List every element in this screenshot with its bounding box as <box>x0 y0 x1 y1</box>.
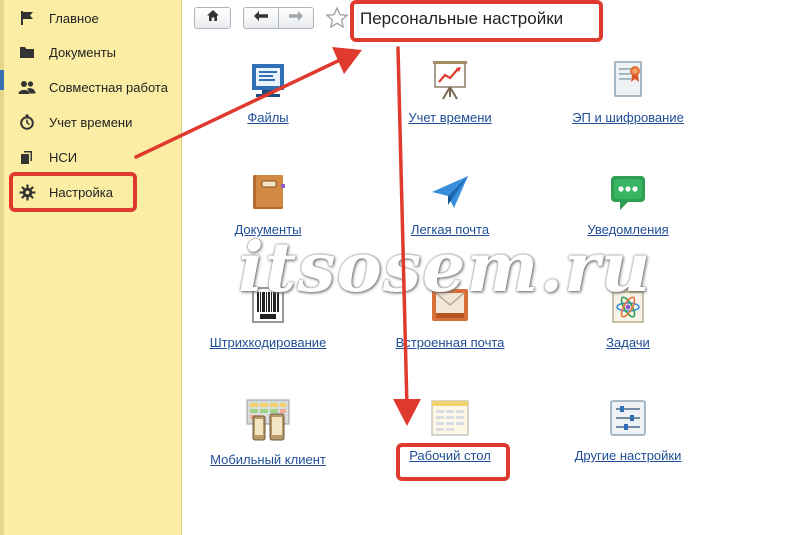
tile-label[interactable]: Другие настройки <box>575 448 682 463</box>
sliders-icon <box>608 398 648 438</box>
folder-icon <box>18 43 36 61</box>
presentation-chart-icon <box>430 60 470 100</box>
tile-tasks[interactable]: Задачи <box>538 285 718 352</box>
star-icon <box>325 6 349 34</box>
flag-icon <box>18 9 36 27</box>
home-icon <box>206 9 220 27</box>
mail-icon <box>430 285 470 325</box>
mobile-client-icon <box>246 398 290 442</box>
tile-other-settings[interactable]: Другие настройки <box>538 398 718 465</box>
forward-button[interactable] <box>278 7 314 29</box>
sidebar-edge-marker <box>0 70 4 90</box>
sidebar-item-label: Совместная работа <box>49 79 168 95</box>
tile-built-in-mail[interactable]: Встроенная почта <box>360 285 540 352</box>
paper-plane-icon <box>430 172 470 212</box>
desktop-highlight-box <box>396 443 510 481</box>
tile-label[interactable]: Уведомления <box>587 222 668 237</box>
barcode-icon <box>248 285 288 325</box>
tile-label[interactable]: Мобильный клиент <box>210 452 326 467</box>
tile-label[interactable]: Документы <box>234 222 301 237</box>
arrow-right-icon <box>288 9 304 27</box>
tile-label[interactable]: ЭП и шифрование <box>572 110 684 125</box>
sidebar-item-label: НСИ <box>49 149 78 165</box>
document-folder-icon <box>248 172 288 212</box>
sidebar: Главное Документы Совместная работа Учет… <box>0 0 182 535</box>
tile-mobile-client[interactable]: Мобильный клиент <box>178 398 358 469</box>
sidebar-item-label: Главное <box>49 10 99 26</box>
chat-bubble-icon <box>608 172 648 212</box>
tile-files[interactable]: Файлы <box>178 60 358 127</box>
tile-label[interactable]: Штрихкодирование <box>210 335 327 350</box>
books-icon <box>18 148 36 166</box>
arrow-left-icon <box>253 9 269 27</box>
stopwatch-icon <box>18 113 36 131</box>
tile-label[interactable]: Учет времени <box>408 110 491 125</box>
settings-highlight-box <box>9 172 137 212</box>
sidebar-item-label: Учет времени <box>49 114 133 130</box>
desktop-icon <box>430 398 470 438</box>
tile-label[interactable]: Легкая почта <box>411 222 489 237</box>
tile-barcoding[interactable]: Штрихкодирование <box>178 285 358 352</box>
sidebar-item-documents[interactable]: Документы <box>18 40 116 64</box>
tile-notifications[interactable]: Уведомления <box>538 172 718 239</box>
sidebar-item-time-tracking[interactable]: Учет времени <box>18 110 132 134</box>
tile-time-tracking[interactable]: Учет времени <box>360 60 540 127</box>
sidebar-item-collaboration[interactable]: Совместная работа <box>18 75 168 99</box>
tasks-icon <box>608 285 648 325</box>
tile-label[interactable]: Задачи <box>606 335 650 350</box>
users-icon <box>18 78 36 96</box>
tile-signature-encryption[interactable]: ЭП и шифрование <box>538 60 718 127</box>
sidebar-item-label: Документы <box>49 44 117 60</box>
tile-label[interactable]: Встроенная почта <box>396 335 505 350</box>
favorite-button[interactable] <box>325 6 349 30</box>
certificate-icon <box>608 60 648 100</box>
sidebar-item-main[interactable]: Главное <box>18 6 99 30</box>
title-highlight-box <box>350 0 603 42</box>
back-button[interactable] <box>243 7 279 29</box>
tile-label[interactable]: Файлы <box>247 110 288 125</box>
home-button[interactable] <box>194 7 231 29</box>
tile-documents[interactable]: Документы <box>178 172 358 239</box>
sidebar-item-nsi[interactable]: НСИ <box>18 145 77 169</box>
tile-easy-mail[interactable]: Легкая почта <box>360 172 540 239</box>
files-icon <box>248 60 288 100</box>
